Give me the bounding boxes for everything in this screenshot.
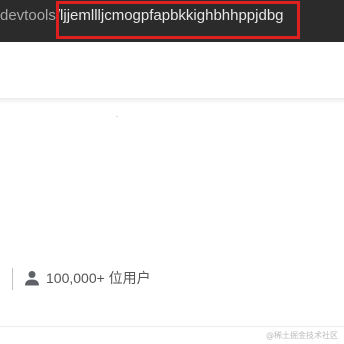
url-prefix: devtools xyxy=(0,7,56,24)
users-count: 100,000+ 位用户 xyxy=(46,270,151,286)
faint-mark xyxy=(116,116,118,117)
url-highlight-box xyxy=(56,1,300,39)
watermark: @稀土掘金技术社区 xyxy=(266,331,338,340)
users-stat: 100,000+ 位用户 xyxy=(24,268,151,288)
extension-page-body xyxy=(0,104,344,326)
section-divider xyxy=(0,326,344,327)
page-header xyxy=(0,42,344,98)
stats-divider xyxy=(12,268,13,290)
person-icon xyxy=(24,270,40,286)
